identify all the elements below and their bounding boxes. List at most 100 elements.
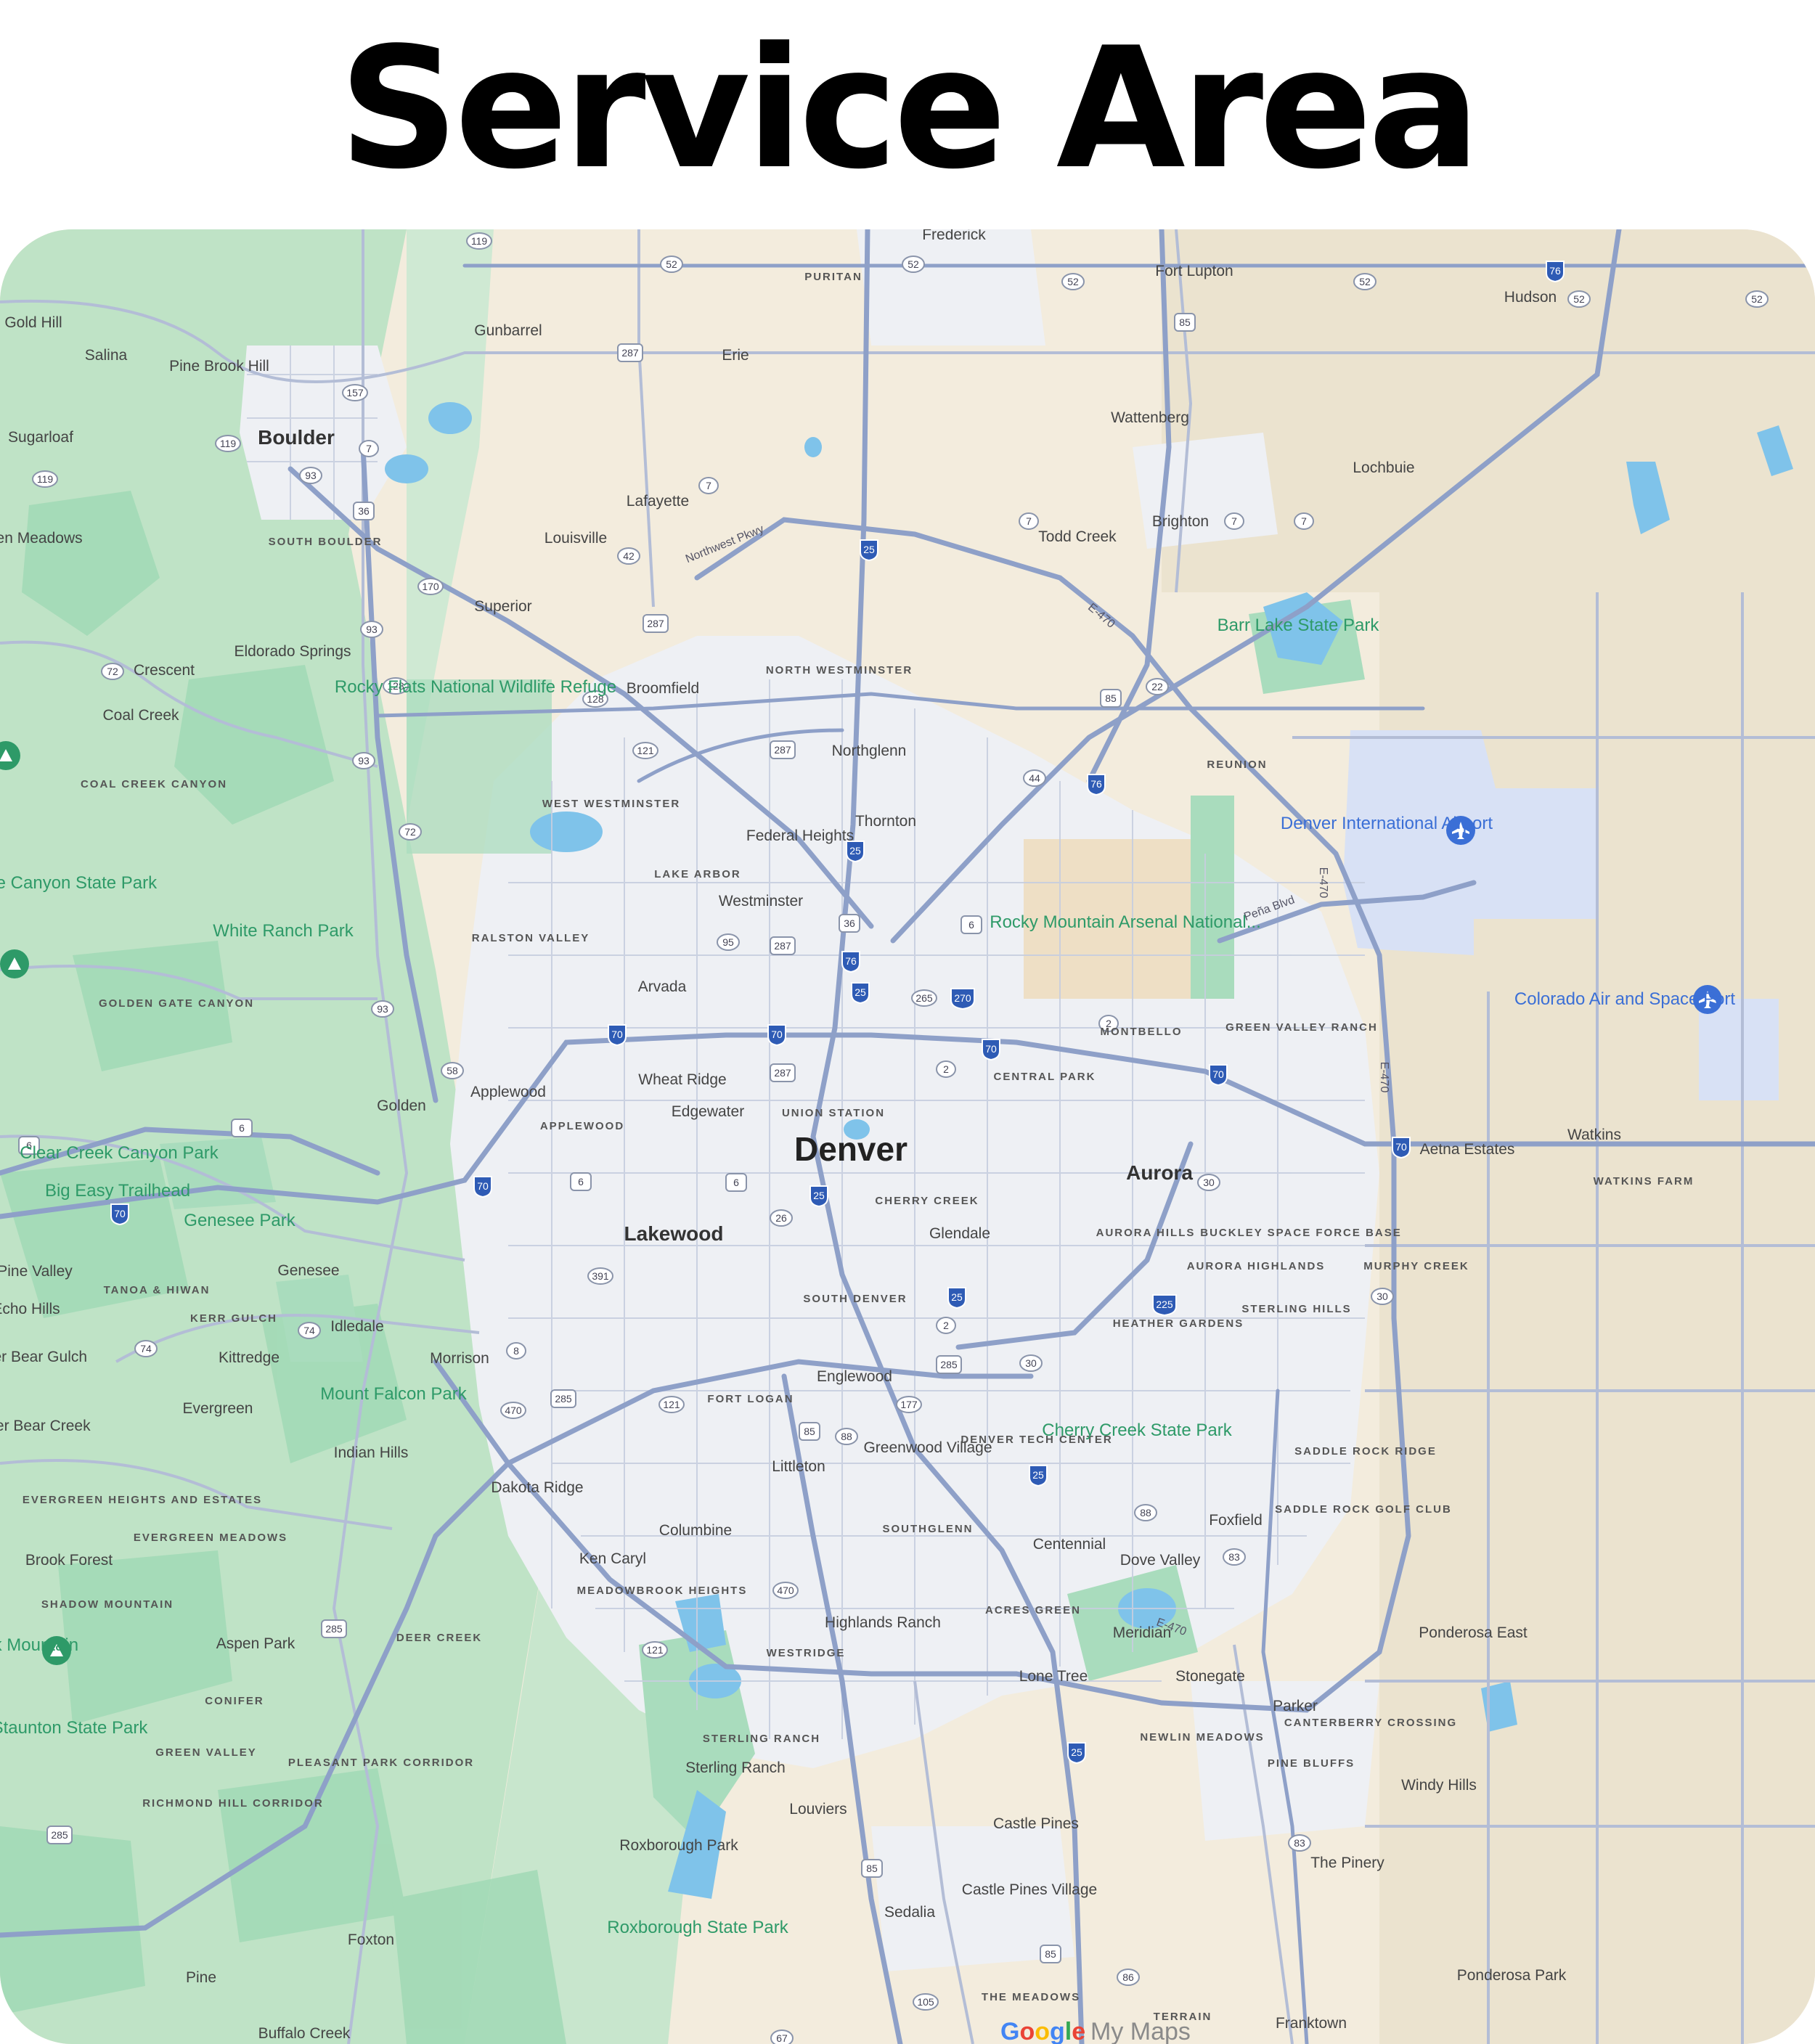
svg-text:26: 26 [775, 1212, 787, 1224]
interstate-shield-icon: 25 [809, 1185, 828, 1208]
town-label: Upper Bear Creek [0, 1418, 91, 1434]
us-route-shield-icon: 287 [770, 936, 796, 955]
svg-text:287: 287 [647, 618, 664, 629]
us-route-shield-icon: 6 [725, 1173, 747, 1192]
interstate-shield-icon: 70 [608, 1024, 627, 1047]
state-route-shield-icon: 86 [1117, 1969, 1140, 1986]
state-route-shield-icon: 58 [441, 1062, 464, 1079]
state-route-shield-icon: 170 [417, 578, 444, 595]
state-route-shield-icon: 119 [215, 435, 241, 452]
state-route-shield-icon: 119 [32, 470, 58, 488]
town-label: Aetna Estates [1420, 1141, 1515, 1158]
campground-icon[interactable] [0, 949, 29, 978]
state-route-shield-icon: 44 [1023, 769, 1046, 787]
town-label: Stonegate [1175, 1668, 1245, 1685]
svg-text:58: 58 [446, 1065, 458, 1076]
svg-text:85: 85 [866, 1863, 878, 1874]
town-label: Roxborough Park [619, 1837, 738, 1854]
town-label: Salina [85, 347, 128, 364]
neighborhood-label: SOUTH DENVER [803, 1293, 907, 1305]
svg-text:119: 119 [37, 473, 54, 485]
svg-text:52: 52 [1067, 276, 1079, 287]
svg-text:30: 30 [1025, 1357, 1037, 1369]
map-canvas[interactable]: 25 25 25 25 25 25 25 76 76 76 70 70 70 7… [0, 229, 1815, 2044]
park-label: Black Mountain [0, 1635, 78, 1655]
town-label: Aspen Meadows [0, 530, 83, 547]
svg-text:6: 6 [733, 1177, 739, 1188]
svg-text:2: 2 [943, 1320, 949, 1331]
park-label: Genesee Park [184, 1211, 295, 1230]
neighborhood-label: EVERGREEN MEADOWS [134, 1532, 287, 1544]
neighborhood-label: PLEASANT PARK CORRIDOR [288, 1757, 474, 1769]
service-area-map[interactable]: 25 25 25 25 25 25 25 76 76 76 70 70 70 7… [0, 229, 1815, 2044]
town-label: Pine Brook Hill [169, 358, 269, 375]
svg-text:287: 287 [774, 1067, 791, 1079]
interstate-shield-icon: 25 [947, 1287, 966, 1309]
svg-text:285: 285 [325, 1623, 343, 1635]
park-label: Roxborough State Park [607, 1918, 788, 1937]
neighborhood-label: CONIFER [205, 1695, 264, 1707]
svg-text:70: 70 [611, 1029, 623, 1040]
interstate-shield-icon: 76 [841, 951, 860, 973]
state-route-shield-icon: 72 [101, 663, 124, 680]
town-label: Gold Hill [4, 314, 62, 331]
neighborhood-label: COAL CREEK CANYON [81, 778, 227, 790]
town-label: Federal Heights [746, 827, 854, 844]
neighborhood-label: EVERGREEN HEIGHTS AND ESTATES [23, 1494, 262, 1506]
town-label: Applewood [470, 1084, 546, 1100]
svg-text:225: 225 [1156, 1299, 1173, 1310]
us-route-shield-icon: 85 [861, 1859, 883, 1878]
svg-text:6: 6 [578, 1176, 584, 1187]
svg-text:30: 30 [1203, 1177, 1215, 1188]
svg-text:70: 70 [1212, 1068, 1224, 1080]
svg-text:7: 7 [1231, 515, 1237, 527]
svg-text:105: 105 [917, 1996, 934, 2008]
interstate-shield-icon: 70 [110, 1203, 129, 1226]
us-route-shield-icon: 287 [617, 343, 643, 362]
town-label: Pine [186, 1969, 216, 1986]
neighborhood-label: RICHMOND HILL CORRIDOR [142, 1797, 324, 1810]
town-label: The Pinery [1310, 1855, 1384, 1871]
town-label: Columbine [659, 1522, 732, 1539]
state-route-shield-icon: 121 [632, 742, 658, 759]
city-label-denver: Denver [794, 1130, 908, 1168]
state-route-shield-icon: 7 [698, 477, 719, 494]
svg-text:76: 76 [845, 955, 857, 967]
park-label: Barr Lake State Park [1218, 616, 1380, 635]
neighborhood-label: PINE BLUFFS [1268, 1757, 1355, 1770]
svg-text:265: 265 [915, 992, 933, 1004]
neighborhood-label: CANTERBERRY CROSSING [1284, 1717, 1457, 1729]
us-route-shield-icon: 285 [321, 1619, 347, 1638]
svg-text:52: 52 [1573, 293, 1585, 305]
state-route-shield-icon: 95 [717, 933, 740, 951]
town-label: Arvada [638, 978, 687, 995]
town-label: Fort Lupton [1155, 263, 1233, 279]
svg-text:119: 119 [471, 235, 488, 247]
town-label: Broomfield [627, 680, 699, 697]
state-route-shield-icon: 2 [936, 1317, 956, 1334]
svg-text:95: 95 [722, 936, 734, 948]
svg-text:70: 70 [771, 1029, 783, 1040]
park-label: Big Easy Trailhead [45, 1181, 190, 1201]
svg-text:121: 121 [637, 745, 654, 756]
town-label: Littleton [772, 1458, 825, 1475]
svg-text:25: 25 [813, 1190, 825, 1201]
city-label-aurora: Aurora [1126, 1161, 1193, 1184]
state-route-shield-icon: 42 [617, 547, 640, 565]
svg-text:85: 85 [1105, 692, 1117, 704]
road-label: E-470 [1378, 1062, 1390, 1093]
svg-text:25: 25 [1032, 1469, 1044, 1481]
town-label: Foxton [348, 1931, 394, 1948]
neighborhood-label: STERLING RANCH [703, 1733, 820, 1745]
svg-text:287: 287 [621, 347, 639, 359]
town-label: Brighton [1152, 513, 1209, 530]
svg-text:121: 121 [646, 1644, 664, 1656]
park-label: Rocky Mountain Arsenal National... [990, 912, 1261, 932]
state-route-shield-icon: 26 [770, 1209, 793, 1227]
state-route-shield-icon: 121 [642, 1641, 668, 1659]
town-label: Louviers [789, 1801, 847, 1818]
town-label: Watkins [1567, 1127, 1621, 1143]
us-route-shield-icon: 85 [1174, 313, 1196, 332]
svg-text:7: 7 [366, 443, 372, 454]
airport-label: Denver International Airport [1281, 814, 1493, 833]
